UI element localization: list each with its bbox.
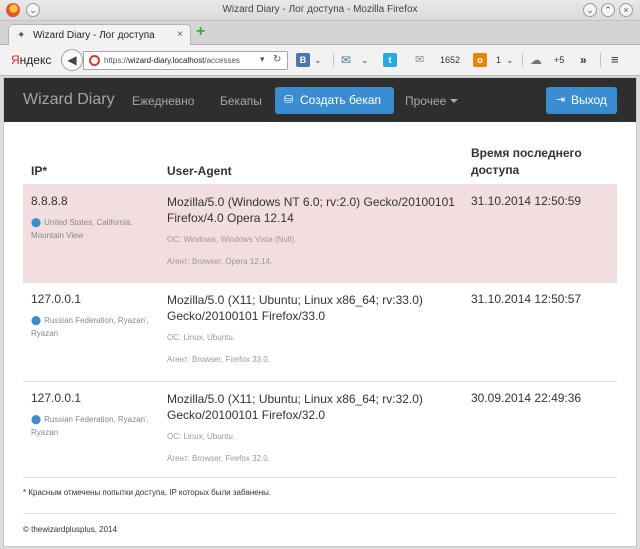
page-footer: © thewizardplusplus, 2014 bbox=[23, 525, 117, 534]
row-agent: Агент: Browser, Firefox 32.0. bbox=[167, 454, 270, 463]
vk-button[interactable]: В bbox=[296, 53, 310, 67]
minimize-button[interactable]: ⌄ bbox=[583, 3, 597, 17]
create-backup-label: Создать бекап bbox=[300, 93, 382, 107]
caret-down-icon bbox=[450, 99, 459, 103]
arrow-left-icon: ◀ bbox=[67, 53, 77, 67]
site-identity-icon[interactable] bbox=[89, 55, 100, 66]
close-window-button[interactable]: × bbox=[619, 3, 633, 17]
odnoklassniki-button[interactable]: o bbox=[473, 53, 487, 67]
row-time: 31.10.2014 12:50:57 bbox=[471, 292, 582, 306]
wizard-favicon-icon: ✦ bbox=[17, 30, 26, 41]
database-icon: ⛁ bbox=[284, 94, 294, 106]
yandex-logo-y: Я bbox=[11, 53, 20, 67]
row-time: 30.09.2014 22:49:36 bbox=[471, 391, 582, 405]
row-user-agent: Mozilla/5.0 (X11; Ubuntu; Linux x86_64; … bbox=[167, 293, 423, 323]
mail-dropdown-icon[interactable]: ⌄ bbox=[361, 53, 369, 67]
reload-icon[interactable]: ↻ bbox=[273, 54, 281, 65]
new-tab-button[interactable]: + bbox=[196, 23, 205, 41]
tab-title: Wizard Diary - Лог доступа bbox=[33, 30, 155, 41]
column-header-user-agent: User-Agent bbox=[167, 164, 232, 178]
logout-button[interactable]: ⇥ Выход bbox=[546, 87, 617, 114]
table-row: 8.8.8.8 ⬤ United States, California, Moun… bbox=[23, 184, 617, 282]
row-os: ОС: Linux, Ubuntu. bbox=[167, 333, 236, 342]
window-title: Wizard Diary - Лог доступа - Mozilla Fir… bbox=[222, 4, 418, 15]
row-ip: 127.0.0.1 bbox=[31, 391, 82, 405]
table-row: 127.0.0.1 ⬤ Russian Federation, Ryazan', … bbox=[23, 381, 617, 477]
browser-toolbar: Яндекс ◀ https://wizard-diary.localhost/… bbox=[0, 45, 640, 76]
overflow-chevron-icon[interactable]: » bbox=[580, 53, 587, 67]
nav-other-dropdown[interactable]: Прочее bbox=[405, 94, 459, 108]
row-user-agent: Mozilla/5.0 (X11; Ubuntu; Linux x86_64; … bbox=[167, 392, 423, 422]
row-agent: Агент: Browser, Firefox 33.0. bbox=[167, 355, 270, 364]
row-location-text: Russian Federation, Ryazan', Ryazan bbox=[31, 415, 149, 437]
create-backup-button[interactable]: ⛁ Создать бекап bbox=[275, 87, 394, 114]
mail-counter[interactable]: 1652 bbox=[440, 53, 460, 67]
row-location: ⬤ Russian Federation, Ryazan', Ryazan bbox=[31, 314, 157, 340]
column-header-last-access: Время последнего доступа bbox=[471, 146, 582, 177]
toolbar-separator bbox=[522, 53, 523, 67]
banned-note: * Красным отмечены попытки доступа, IP к… bbox=[23, 488, 272, 497]
url-path: /accesses bbox=[204, 56, 240, 65]
maximize-button[interactable]: ⌃ bbox=[601, 3, 615, 17]
url-scheme: https:// bbox=[104, 56, 129, 65]
url-text: https://wizard-diary.localhost/accesses bbox=[104, 56, 240, 65]
url-host: wizard-diary.localhost bbox=[128, 56, 205, 65]
logout-label: Выход bbox=[571, 93, 607, 107]
page-content: Wizard Diary Ежедневно Бекапы ⛁ Создать … bbox=[3, 77, 637, 547]
tab-access-log[interactable]: ✦ Wizard Diary - Лог доступа × bbox=[8, 24, 191, 46]
history-dropdown-icon[interactable]: ▾ bbox=[260, 54, 265, 65]
row-ip: 8.8.8.8 bbox=[31, 194, 68, 208]
nav-backups-link[interactable]: Бекапы bbox=[220, 94, 262, 108]
tab-close-icon[interactable]: × bbox=[177, 29, 183, 40]
weather-temperature[interactable]: +5 bbox=[554, 53, 564, 67]
tab-strip: ✦ Wizard Diary - Лог доступа × + bbox=[0, 21, 640, 46]
map-marker-icon: ⬤ bbox=[31, 217, 42, 227]
column-header-ip: IP* bbox=[31, 164, 48, 178]
address-bar[interactable]: https://wizard-diary.localhost/accesses … bbox=[83, 51, 288, 70]
row-location: ⬤ Russian Federation, Ryazan', Ryazan bbox=[31, 413, 157, 439]
table-divider bbox=[23, 477, 617, 478]
table-row: 127.0.0.1 ⬤ Russian Federation, Ryazan', … bbox=[23, 282, 617, 381]
row-location-text: United States, California, Mountain View bbox=[31, 218, 133, 240]
yandex-logo-rest: ндекс bbox=[19, 53, 52, 67]
site-navbar: Wizard Diary Ежедневно Бекапы ⛁ Создать … bbox=[4, 78, 636, 122]
map-marker-icon: ⬤ bbox=[31, 315, 42, 325]
odnoklassniki-counter[interactable]: 1 bbox=[496, 53, 501, 67]
envelope-icon[interactable]: ✉ bbox=[415, 53, 424, 67]
mail-icon[interactable]: ✉ bbox=[341, 53, 351, 67]
row-os: ОС: Linux, Ubuntu. bbox=[167, 432, 236, 441]
row-time: 31.10.2014 12:50:59 bbox=[471, 194, 582, 208]
row-ip: 127.0.0.1 bbox=[31, 292, 82, 306]
row-agent: Агент: Browser, Opera 12.14. bbox=[167, 257, 273, 266]
nav-daily-link[interactable]: Ежедневно bbox=[132, 94, 194, 108]
row-location: ⬤ United States, California, Mountain Vie… bbox=[31, 216, 157, 242]
row-location-text: Russian Federation, Ryazan', Ryazan bbox=[31, 316, 149, 338]
twitter-button[interactable]: t bbox=[383, 53, 397, 67]
toolbar-separator bbox=[600, 53, 601, 67]
weather-cloud-icon[interactable]: ☁ bbox=[530, 53, 542, 67]
hamburger-menu-icon[interactable]: ≡ bbox=[611, 53, 619, 67]
row-os: ОС: Windows, Windows Vista (Null). bbox=[167, 235, 297, 244]
nav-other-label: Прочее bbox=[405, 94, 447, 108]
window-titlebar: ⌄ Wizard Diary - Лог доступа - Mozilla F… bbox=[0, 0, 640, 21]
vk-dropdown-icon[interactable]: ⌄ bbox=[314, 53, 322, 67]
back-button[interactable]: ◀ bbox=[61, 49, 83, 71]
odnoklassniki-dropdown-icon[interactable]: ⌄ bbox=[506, 53, 514, 67]
map-marker-icon: ⬤ bbox=[31, 414, 42, 424]
footer-divider bbox=[23, 513, 617, 514]
logout-icon: ⇥ bbox=[556, 94, 566, 106]
yandex-logo[interactable]: Яндекс bbox=[11, 53, 51, 67]
toolbar-separator bbox=[333, 53, 334, 67]
site-brand[interactable]: Wizard Diary bbox=[23, 91, 115, 109]
row-user-agent: Mozilla/5.0 (Windows NT 6.0; rv:2.0) Gec… bbox=[167, 195, 455, 225]
